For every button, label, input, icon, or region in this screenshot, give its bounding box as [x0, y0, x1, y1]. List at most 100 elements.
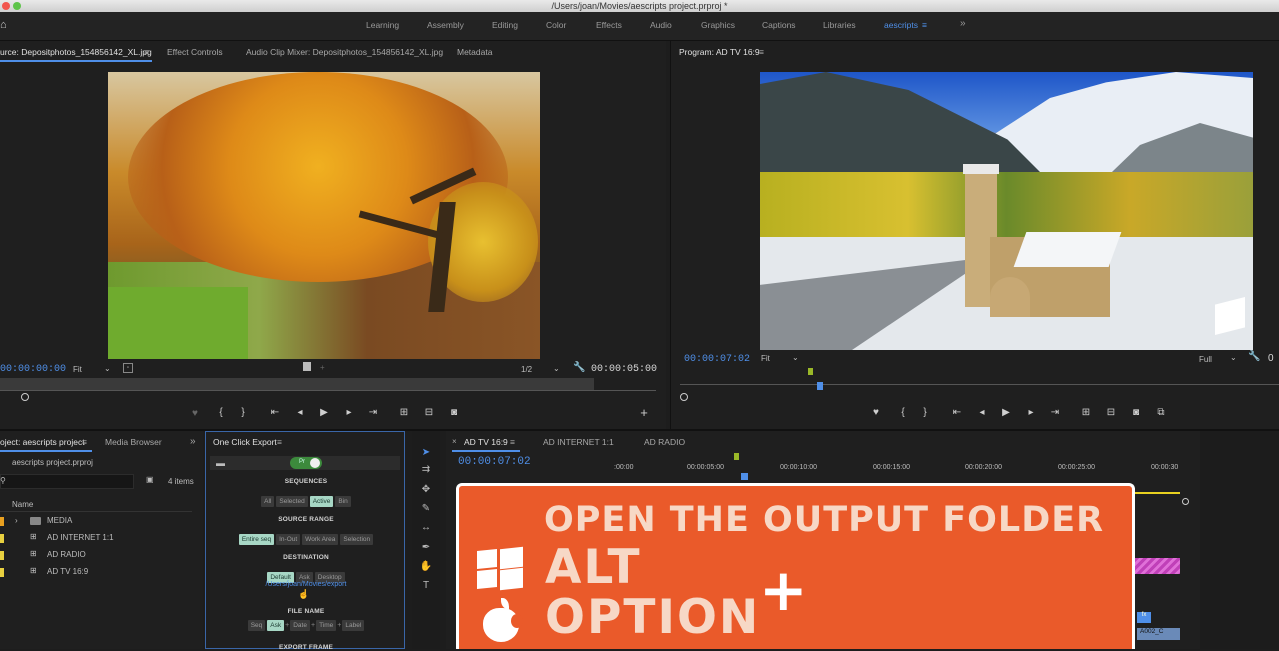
source-resolution-select[interactable]: 1/2 — [521, 365, 532, 374]
source-timeline-ruler[interactable] — [0, 378, 594, 390]
oce-option-work-area[interactable]: Work Area — [302, 534, 339, 545]
step-forward-icon[interactable]: ▸ — [342, 407, 356, 418]
home-icon[interactable]: ⌂ — [0, 19, 7, 31]
camera-icon[interactable]: ◙ — [1129, 407, 1143, 418]
go-to-in-icon[interactable]: ⇤ — [950, 407, 964, 418]
oce-option-entire-seq[interactable]: Entire seq — [238, 534, 275, 545]
mark-in-icon[interactable]: { — [896, 407, 910, 418]
oce-option-bin[interactable]: Bin — [335, 496, 351, 507]
hand-icon[interactable]: ✋ — [419, 560, 433, 574]
program-playhead[interactable] — [817, 382, 823, 390]
oce-destination-path[interactable]: /Users/joan/Movies/export — [206, 581, 406, 588]
tab-ad-radio[interactable]: AD RADIO — [644, 437, 685, 447]
scroll-handle[interactable] — [1182, 498, 1189, 505]
tab-effect-controls[interactable]: Effect Controls — [167, 47, 223, 57]
close-window-button[interactable] — [2, 2, 10, 10]
workspace-tab-captions[interactable]: Captions — [762, 20, 796, 30]
program-panel-menu-icon[interactable]: ≡ — [759, 47, 764, 57]
tab-audio-clip-mixer[interactable]: Audio Clip Mixer: Depositphotos_15485614… — [246, 47, 443, 57]
selection-tool-icon[interactable]: ➤ — [419, 446, 433, 460]
source-panel-menu-icon[interactable]: ≡ — [144, 47, 149, 57]
list-item[interactable]: ⊞ AD RADIO — [0, 549, 192, 563]
chevron-down-icon[interactable]: ⌄ — [104, 364, 111, 373]
chevron-down-icon[interactable]: ⌄ — [553, 364, 560, 373]
workspace-tab-libraries[interactable]: Libraries — [823, 20, 856, 30]
chevron-right-icon[interactable]: › — [15, 516, 18, 525]
workspace-tab-effects[interactable]: Effects — [596, 20, 622, 30]
panel-overflow-icon[interactable]: » — [190, 436, 196, 447]
go-to-out-icon[interactable]: ⇥ — [366, 407, 380, 418]
project-menu-icon[interactable]: ≡ — [82, 437, 87, 447]
oce-menu-icon[interactable]: ≡ — [277, 437, 282, 447]
text-tool-icon[interactable]: T — [419, 579, 433, 593]
tab-media-browser[interactable]: Media Browser — [105, 437, 162, 447]
list-item[interactable]: ⊞ AD TV 16:9 — [0, 566, 192, 580]
mark-out-icon[interactable]: } — [236, 407, 250, 418]
tab-program[interactable]: Program: AD TV 16:9 — [679, 47, 760, 57]
tab-ad-internet[interactable]: AD INTERNET 1:1 — [543, 437, 614, 447]
oce-option-ask[interactable]: Ask — [267, 620, 285, 631]
overwrite-icon[interactable]: + — [320, 363, 325, 372]
chevron-down-icon[interactable]: ⌄ — [1230, 353, 1237, 362]
workspace-menu-icon[interactable]: ≡ — [922, 20, 927, 30]
tab-project[interactable]: oject: aescripts project — [0, 437, 85, 447]
go-to-out-icon[interactable]: ⇥ — [1048, 407, 1062, 418]
source-timecode-in[interactable]: 00:00:00:00 — [0, 364, 66, 375]
tab-source[interactable]: urce: Depositphotos_154856142_XL.jpg — [0, 47, 152, 57]
chevron-down-icon[interactable]: ⌄ — [792, 353, 799, 362]
workspace-tab-audio[interactable]: Audio — [650, 20, 672, 30]
extract-icon[interactable]: ⊟ — [1104, 407, 1118, 418]
timeline-menu-icon[interactable]: ≡ — [510, 437, 515, 447]
oce-option-seq[interactable]: Seq — [247, 620, 266, 631]
oce-option-active[interactable]: Active — [309, 496, 334, 507]
oce-option-selection[interactable]: Selection — [340, 534, 374, 545]
track-select-tool-icon[interactable]: ⇉ — [419, 463, 433, 477]
new-bin-icon[interactable]: ▣ — [146, 475, 154, 484]
overwrite-clip-icon[interactable]: ⊟ — [422, 407, 436, 418]
insert-icon[interactable] — [303, 362, 311, 371]
comparison-view-icon[interactable]: ⧉ — [1154, 407, 1168, 418]
program-resolution-select[interactable]: Full — [1199, 355, 1212, 364]
workspace-tab-editing[interactable]: Editing — [492, 20, 518, 30]
source-fit-select[interactable]: Fit — [73, 365, 82, 374]
play-icon[interactable]: ▶ — [317, 407, 331, 418]
timeline-playhead[interactable] — [741, 473, 748, 480]
close-icon[interactable]: × — [452, 437, 457, 446]
workspace-tab-color[interactable]: Color — [546, 20, 566, 30]
oce-option-date[interactable]: Date — [290, 620, 310, 631]
maximize-window-button[interactable] — [13, 2, 21, 10]
list-item[interactable]: › MEDIA — [0, 515, 192, 529]
source-playhead-handle[interactable] — [21, 393, 29, 401]
tab-one-click-export[interactable]: One Click Export — [213, 437, 277, 447]
timeline-marker[interactable] — [734, 453, 739, 460]
program-playhead-handle[interactable] — [680, 393, 688, 401]
add-button-icon[interactable]: + — [637, 405, 651, 420]
pr-toggle[interactable]: Pr — [290, 457, 322, 469]
lift-icon[interactable]: ⊞ — [1079, 407, 1093, 418]
mark-in-icon[interactable]: { — [214, 407, 228, 418]
program-marker[interactable] — [808, 368, 813, 375]
mark-out-icon[interactable]: } — [918, 407, 932, 418]
list-item[interactable]: ⊞ AD INTERNET 1:1 — [0, 532, 192, 546]
add-marker-icon[interactable]: ♥ — [869, 407, 883, 418]
program-fit-select[interactable]: Fit — [761, 354, 770, 363]
timeline-timecode[interactable]: 00:00:07:02 — [458, 456, 531, 468]
oce-option-all[interactable]: All — [261, 496, 275, 507]
column-name-header[interactable]: Name — [12, 500, 33, 509]
workspace-tab-assembly[interactable]: Assembly — [427, 20, 464, 30]
project-search-input[interactable] — [0, 474, 134, 489]
program-ruler[interactable] — [680, 384, 1279, 385]
clip-pink[interactable] — [1135, 558, 1180, 574]
razor-icon[interactable]: ✎ — [419, 502, 433, 516]
workspace-tab-aescripts[interactable]: aescripts — [884, 20, 918, 30]
insert-clip-icon[interactable]: ⊞ — [397, 407, 411, 418]
oce-option-label[interactable]: Label — [342, 620, 365, 631]
oce-option-selected[interactable]: Selected — [276, 496, 308, 507]
oce-option-time[interactable]: Time — [316, 620, 337, 631]
wrench-icon[interactable]: 🔧 — [1248, 351, 1260, 362]
ripple-edit-tool-icon[interactable]: ✥ — [419, 483, 433, 497]
oce-option-in-out[interactable]: In-Out — [276, 534, 301, 545]
add-marker-icon[interactable]: ♥ — [188, 408, 202, 419]
step-forward-icon[interactable]: ▸ — [1024, 407, 1038, 418]
safe-margins-icon[interactable]: ▫ — [123, 363, 133, 373]
